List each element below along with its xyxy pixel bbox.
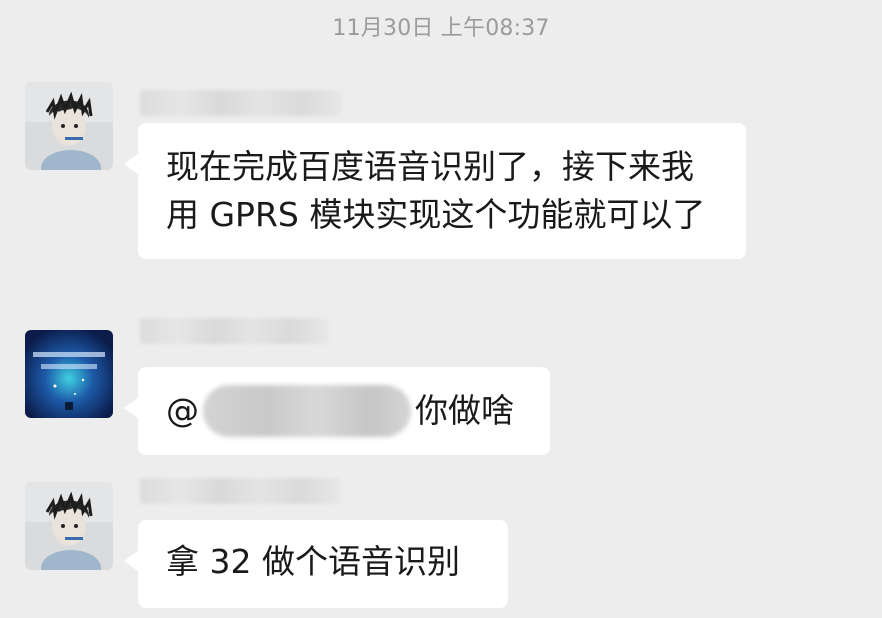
message-text: 你做啥 [415, 391, 514, 430]
sender-name-redacted [140, 90, 342, 116]
message-text: 现在完成百度语音识别了，接下来我用 GPRS 模块实现这个功能就可以了 [166, 147, 706, 234]
avatar[interactable] [25, 330, 113, 418]
sender-name-redacted [140, 318, 328, 344]
avatar-image [25, 330, 113, 418]
avatar-image [25, 482, 113, 570]
avatar[interactable] [25, 82, 113, 170]
message-bubble[interactable]: 拿 32 做个语音识别 [124, 520, 508, 608]
avatar[interactable] [25, 482, 113, 570]
mention-name-redacted[interactable] [203, 385, 411, 437]
message-bubble[interactable]: @ 你做啥 [124, 367, 550, 455]
mention-at-symbol: @ [166, 391, 199, 430]
chat-timestamp: 11月30日 上午08:37 [332, 16, 550, 41]
avatar-image [25, 82, 113, 170]
sender-name-redacted [140, 478, 340, 504]
message-bubble[interactable]: 现在完成百度语音识别了，接下来我用 GPRS 模块实现这个功能就可以了 [124, 123, 746, 259]
message-text: 拿 32 做个语音识别 [166, 542, 460, 581]
